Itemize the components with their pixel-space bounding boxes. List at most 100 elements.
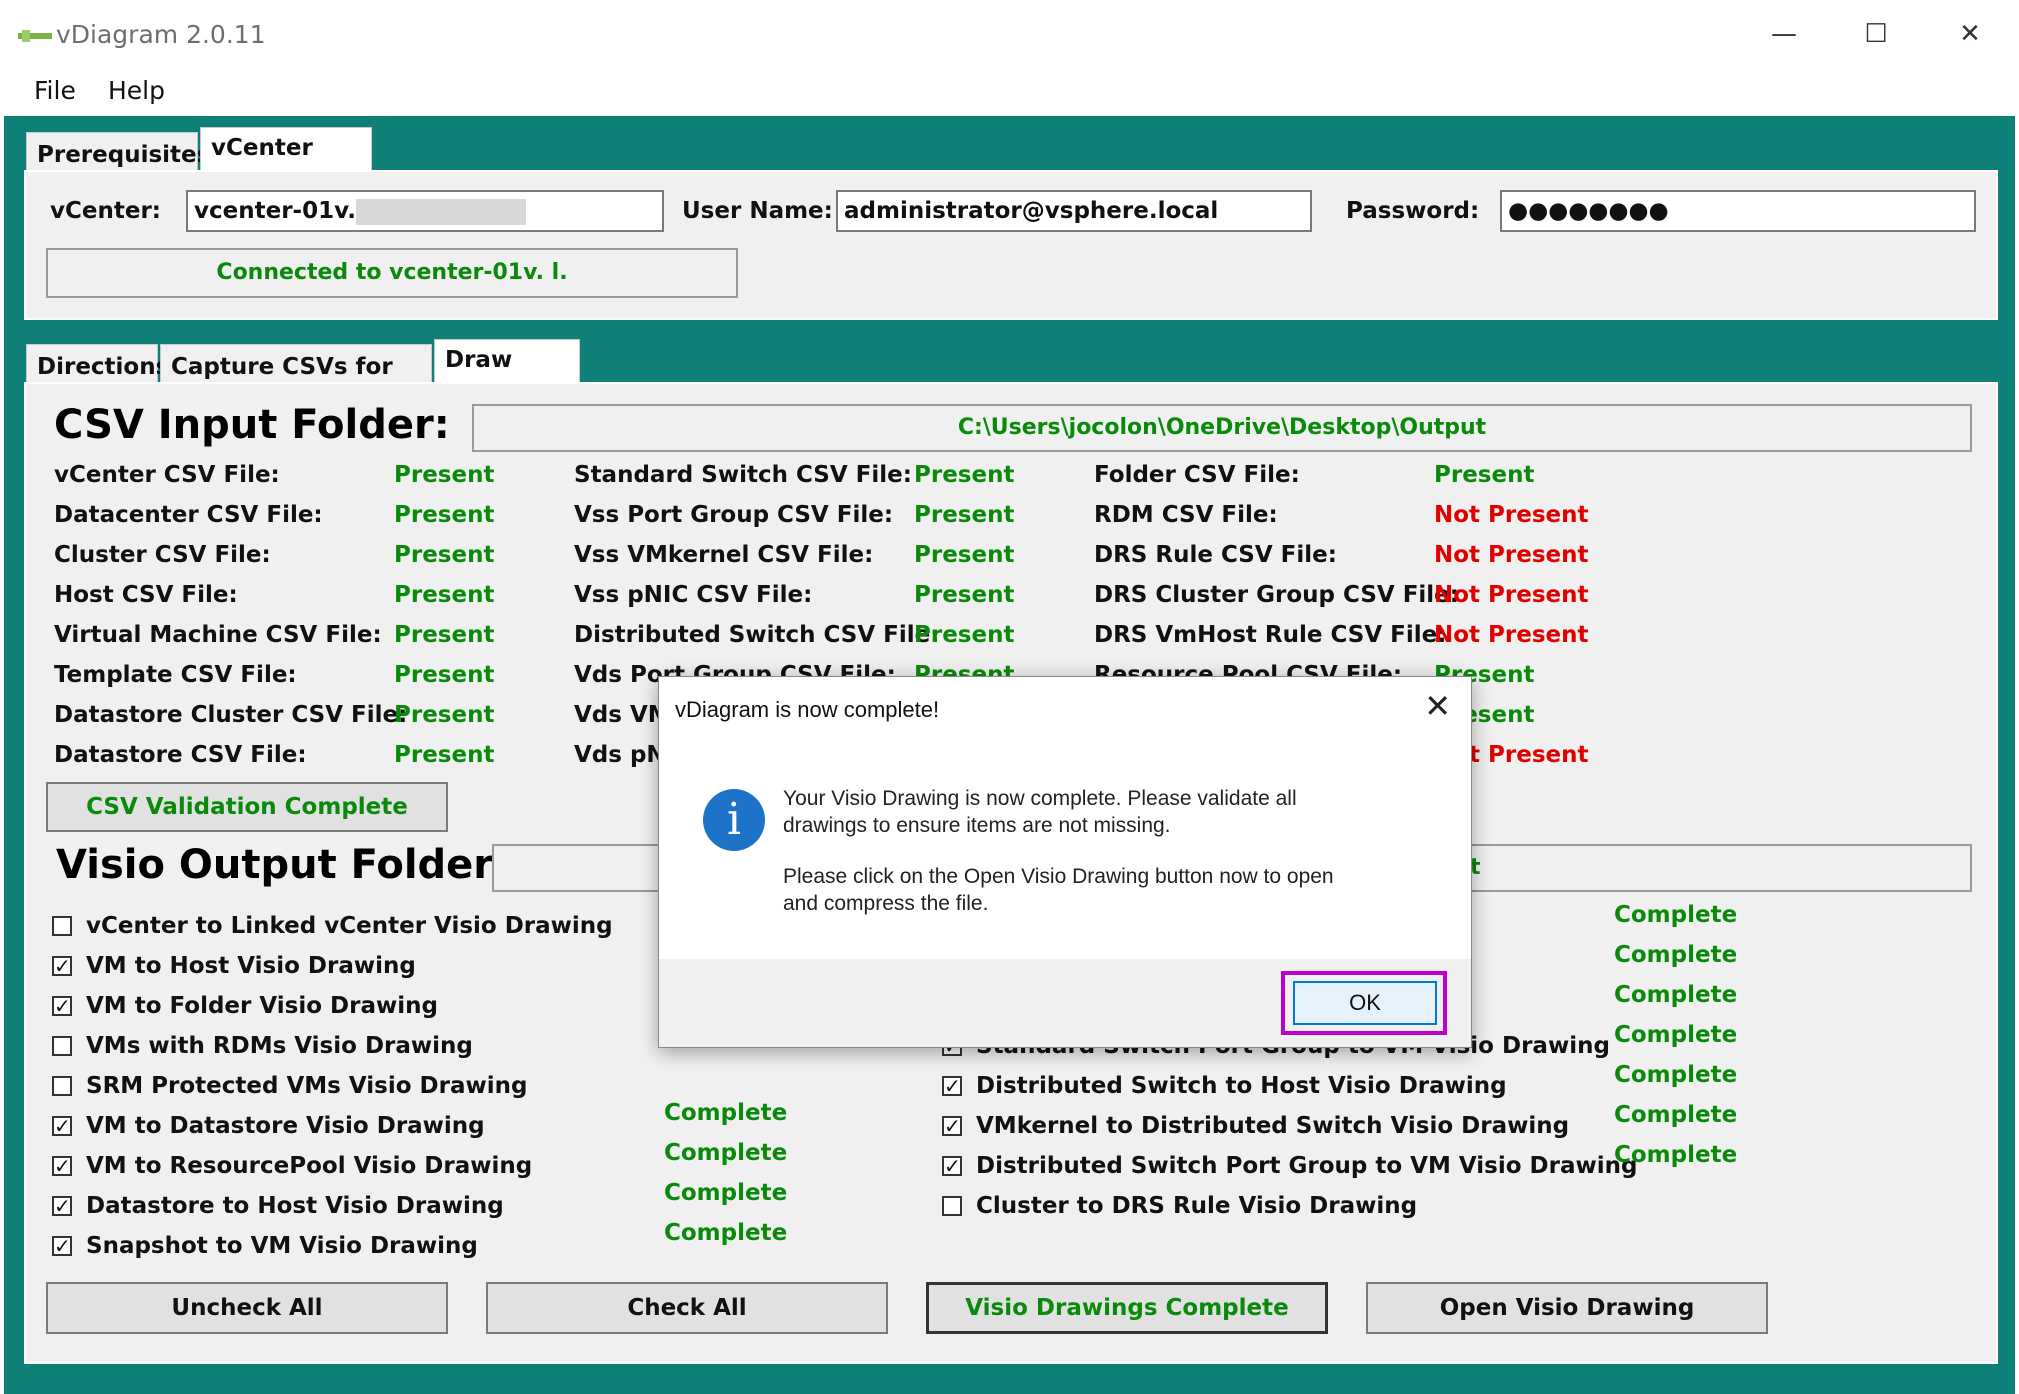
- username-input[interactable]: administrator@vsphere.local: [836, 190, 1312, 232]
- drawing-option[interactable]: ✓ Snapshot to VM Visio Drawing: [52, 1226, 613, 1266]
- csv-label: Folder CSV File:: [1094, 462, 1300, 488]
- password-input[interactable]: ●●●●●●●●: [1500, 190, 1976, 232]
- checkbox[interactable]: [52, 1036, 72, 1056]
- tab-capture-csvs[interactable]: Capture CSVs for Visio: [160, 344, 432, 424]
- checkbox[interactable]: ✓: [52, 1116, 72, 1136]
- drawing-status: Complete: [664, 1220, 788, 1246]
- drawing-option[interactable]: SRM Protected VMs Visio Drawing: [52, 1066, 613, 1106]
- drawing-status: Complete: [1614, 902, 1738, 928]
- tab-prerequisites[interactable]: Prerequisites: [26, 132, 210, 172]
- csv-column-1: vCenter CSV File: Datacenter CSV File: C…: [54, 462, 407, 782]
- drawing-option[interactable]: ✓ Distributed Switch to Host Visio Drawin…: [942, 1066, 1637, 1106]
- tab-draw-visio[interactable]: Draw Visio: [434, 339, 580, 413]
- drawing-label: VM to Host Visio Drawing: [86, 953, 416, 979]
- tab-vcenter-info[interactable]: vCenter Info: [200, 127, 372, 201]
- csv-label: Vss Port Group CSV File:: [574, 502, 894, 528]
- csv-column-1-status: Present Present Present Present Present …: [394, 462, 494, 782]
- left-drawing-list: vCenter to Linked vCenter Visio Drawing …: [52, 906, 613, 1266]
- dialog-message-line: Please click on the Open Visio Drawing b…: [783, 865, 1334, 888]
- drawing-label: Snapshot to VM Visio Drawing: [86, 1233, 478, 1259]
- csv-status: Present: [914, 582, 1015, 608]
- vcenter-input[interactable]: vcenter-01v.: [186, 190, 664, 232]
- drawing-status: Complete: [664, 1140, 788, 1166]
- tab-directions[interactable]: Directions: [26, 344, 169, 384]
- dialog-close-icon[interactable]: ✕: [1424, 687, 1451, 725]
- left-drawing-status: Complete Complete Complete Complete: [664, 1100, 787, 1260]
- csv-status: Not Present: [1434, 622, 1589, 648]
- open-visio-drawing-button[interactable]: Open Visio Drawing: [1366, 1282, 1768, 1334]
- csv-row: Datastore CSV File:: [54, 742, 407, 782]
- drawing-option[interactable]: ✓ VM to Datastore Visio Drawing: [52, 1106, 613, 1146]
- dialog-message-line: and compress the file.: [783, 892, 989, 915]
- csv-status: Present: [394, 502, 495, 528]
- checkbox[interactable]: ✓: [942, 1076, 962, 1096]
- drawing-label: VMkernel to Distributed Switch Visio Dra…: [976, 1113, 1570, 1139]
- csv-status: Present: [394, 582, 495, 608]
- csv-label: Datastore Cluster CSV File:: [54, 702, 408, 728]
- drawing-option[interactable]: Cluster to DRS Rule Visio Drawing: [942, 1186, 1637, 1226]
- csv-label: Distributed Switch CSV File:: [574, 622, 940, 648]
- csv-status: Not Present: [1434, 542, 1589, 568]
- uncheck-all-button[interactable]: Uncheck All: [46, 1282, 448, 1334]
- csv-status: Present: [394, 462, 495, 488]
- password-label: Password:: [1346, 198, 1480, 224]
- check-all-button[interactable]: Check All: [486, 1282, 888, 1334]
- checkbox[interactable]: ✓: [52, 996, 72, 1016]
- drawing-status: Complete: [1614, 1102, 1738, 1128]
- drawing-option[interactable]: ✓ VMkernel to Distributed Switch Visio Dr…: [942, 1106, 1637, 1146]
- drawing-label: Distributed Switch Port Group to VM Visi…: [976, 1153, 1638, 1179]
- visio-drawings-complete-button[interactable]: Visio Drawings Complete: [926, 1282, 1328, 1334]
- checkbox[interactable]: [52, 916, 72, 936]
- checkbox[interactable]: ✓: [52, 1236, 72, 1256]
- csv-label: Datacenter CSV File:: [54, 502, 323, 528]
- checkbox[interactable]: ✓: [52, 956, 72, 976]
- drawing-option[interactable]: ✓ VM to Host Visio Drawing: [52, 946, 613, 986]
- drawing-option[interactable]: ✓ Datastore to Host Visio Drawing: [52, 1186, 613, 1226]
- connection-status: Connected to vcenter-01v. l.: [46, 248, 738, 298]
- checkbox[interactable]: ✓: [52, 1196, 72, 1216]
- csv-status: Present: [914, 622, 1015, 648]
- drawing-label: VM to Folder Visio Drawing: [86, 993, 438, 1019]
- minimize-button[interactable]: —: [1754, 14, 1814, 54]
- menu-file[interactable]: File: [34, 76, 76, 105]
- checkbox[interactable]: ✓: [942, 1116, 962, 1136]
- checkbox[interactable]: ✓: [942, 1156, 962, 1176]
- menu-bar: [0, 64, 2019, 116]
- csv-status: Present: [394, 742, 495, 768]
- drawing-option[interactable]: ✓ VM to Folder Visio Drawing: [52, 986, 613, 1026]
- csv-status: Present: [394, 622, 495, 648]
- csv-label: Standard Switch CSV File:: [574, 462, 912, 488]
- redacted-blur: [355, 198, 526, 225]
- title-bar: [0, 0, 2019, 64]
- csv-input-path[interactable]: C:\Users\jocolon\OneDrive\Desktop\Output: [472, 404, 1972, 452]
- csv-validation-button[interactable]: CSV Validation Complete: [46, 782, 448, 832]
- info-icon: i: [703, 789, 765, 851]
- close-window-button[interactable]: ✕: [1940, 14, 2000, 54]
- drawing-option[interactable]: VMs with RDMs Visio Drawing: [52, 1026, 613, 1066]
- drawing-option[interactable]: vCenter to Linked vCenter Visio Drawing: [52, 906, 613, 946]
- csv-label: Cluster CSV File:: [54, 542, 271, 568]
- vcenter-input-value: vcenter-01v.: [194, 198, 356, 224]
- csv-row: vCenter CSV File:: [54, 462, 407, 502]
- drawing-option[interactable]: ✓ VM to ResourcePool Visio Drawing: [52, 1146, 613, 1186]
- username-label: User Name:: [682, 198, 833, 224]
- menu-help[interactable]: Help: [108, 76, 165, 105]
- drawing-status: Complete: [1614, 1022, 1738, 1048]
- csv-row: Host CSV File:: [54, 582, 407, 622]
- csv-label: DRS VmHost Rule CSV File:: [1094, 622, 1447, 648]
- csv-column-3: Folder CSV File: RDM CSV File: DRS Rule …: [1094, 462, 1459, 702]
- maximize-button[interactable]: ☐: [1846, 14, 1906, 54]
- app-icon: [18, 30, 52, 42]
- drawing-label: SRM Protected VMs Visio Drawing: [86, 1073, 528, 1099]
- checkbox[interactable]: [942, 1196, 962, 1216]
- csv-label: Datastore CSV File:: [54, 742, 307, 768]
- checkbox[interactable]: [52, 1076, 72, 1096]
- csv-status: Present: [914, 542, 1015, 568]
- ok-button[interactable]: OK: [1293, 981, 1437, 1025]
- drawing-option[interactable]: ✓ Distributed Switch Port Group to VM Vis…: [942, 1146, 1637, 1186]
- checkbox[interactable]: ✓: [52, 1156, 72, 1176]
- csv-status: Present: [394, 662, 495, 688]
- csv-row: Virtual Machine CSV File:: [54, 622, 407, 662]
- drawing-status: Complete: [1614, 1142, 1738, 1168]
- csv-column-2-status: Present Present Present Present Present …: [914, 462, 1014, 702]
